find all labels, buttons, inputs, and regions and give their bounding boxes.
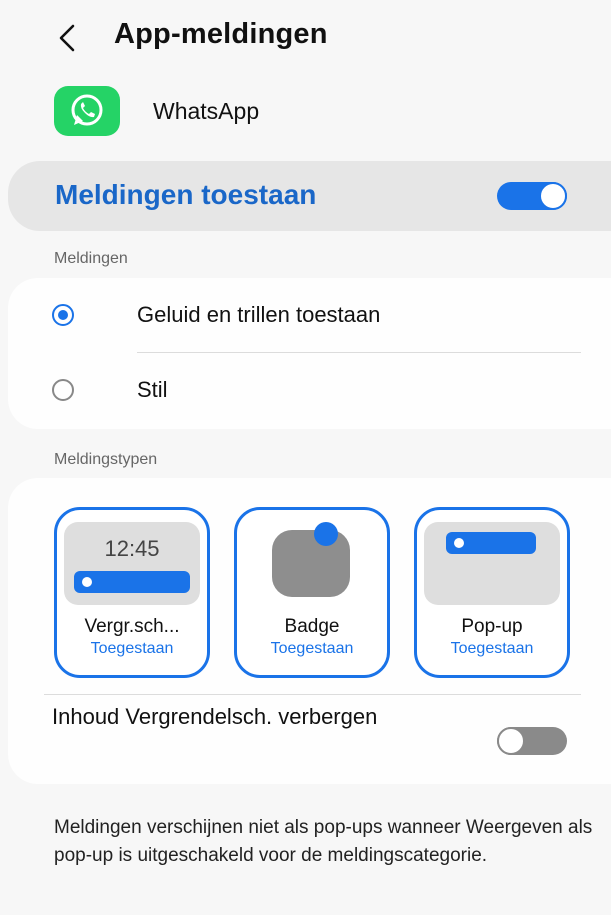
chevron-left-icon	[59, 24, 75, 52]
hide-lockscreen-content-toggle[interactable]	[497, 727, 567, 755]
section-label-meldingen: Meldingen	[54, 250, 128, 267]
header: App-meldingen	[0, 0, 611, 80]
option-label: Stil	[137, 377, 168, 402]
option-label: Geluid en trillen toestaan	[137, 302, 381, 327]
badge-preview-icon	[272, 522, 350, 597]
app-info: WhatsApp	[54, 86, 259, 136]
divider	[137, 352, 581, 353]
toggle-knob	[539, 182, 567, 210]
type-name: Pop-up	[461, 616, 523, 637]
type-name: Vergr.sch...	[84, 616, 180, 637]
page-title: App-meldingen	[114, 18, 328, 50]
preview-notification-bar	[74, 571, 190, 593]
allow-notifications-row[interactable]: Meldingen toestaan	[8, 161, 611, 231]
toggle-knob	[497, 727, 525, 755]
radio-sound-vibrate[interactable]	[52, 304, 74, 326]
footer-info-text: Meldingen verschijnen niet als pop-ups w…	[54, 817, 593, 866]
radio-silent[interactable]	[52, 379, 74, 401]
section-label-meldingstypen: Meldingstypen	[54, 451, 158, 468]
option-sound-vibrate[interactable]: Geluid en trillen toestaan	[8, 282, 611, 348]
type-badge[interactable]: Badge Toegestaan	[234, 507, 390, 678]
preview-clock: 12:45	[104, 536, 160, 561]
option-silent[interactable]: Stil	[8, 357, 611, 423]
type-popup[interactable]: Pop-up Toegestaan	[414, 507, 570, 678]
app-name: WhatsApp	[153, 97, 260, 124]
back-button[interactable]	[52, 20, 82, 56]
allow-notifications-label: Meldingen toestaan	[55, 179, 317, 210]
badge-dot	[314, 522, 338, 546]
sound-options-card: Geluid en trillen toestaan Stil	[8, 278, 611, 429]
type-status: Toegestaan	[90, 640, 174, 657]
preview-notification-bar	[446, 532, 536, 554]
popup-preview	[424, 522, 560, 605]
whatsapp-icon	[54, 86, 120, 136]
notification-types-card: 12:45 Vergr.sch... Toegestaan Badge Toeg…	[8, 478, 611, 784]
allow-notifications-toggle[interactable]	[497, 182, 567, 210]
type-status: Toegestaan	[450, 640, 534, 657]
type-status: Toegestaan	[270, 640, 354, 657]
type-lockscreen[interactable]: 12:45 Vergr.sch... Toegestaan	[54, 507, 210, 678]
lockscreen-preview: 12:45	[64, 522, 200, 605]
hide-lockscreen-content-label: Inhoud Vergrendelsch. verbergen	[52, 704, 378, 729]
type-name: Badge	[284, 616, 340, 637]
hide-lockscreen-content-row[interactable]: Inhoud Vergrendelsch. verbergen	[8, 693, 611, 773]
